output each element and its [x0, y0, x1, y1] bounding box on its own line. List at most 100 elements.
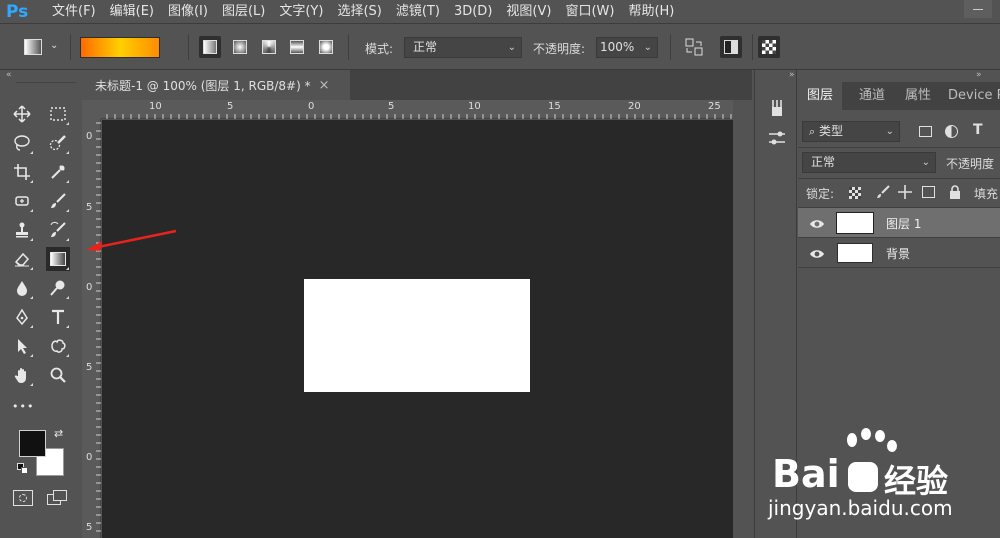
- path-selection-tool-icon[interactable]: [10, 334, 34, 358]
- crop-tool-icon[interactable]: [10, 160, 34, 184]
- menu-select[interactable]: 选择(S): [337, 0, 381, 24]
- menu-window[interactable]: 窗口(W): [565, 0, 614, 24]
- clone-stamp-tool-icon[interactable]: [10, 218, 34, 242]
- close-icon[interactable]: ×: [319, 78, 330, 93]
- linear-gradient-button[interactable]: [199, 36, 221, 58]
- eyedropper-tool-icon[interactable]: [46, 160, 70, 184]
- radial-gradient-button[interactable]: [229, 36, 251, 58]
- ruler-label: 5: [86, 202, 93, 213]
- layer-filter-select[interactable]: ⌕ 类型 ⌄: [802, 121, 900, 142]
- tab-layers[interactable]: 图层: [798, 82, 843, 110]
- eye-icon[interactable]: [809, 216, 825, 230]
- layer-name[interactable]: 图层 1: [886, 215, 921, 232]
- swap-colors-icon[interactable]: ⇄: [54, 427, 63, 440]
- menu-layer[interactable]: 图层(L): [222, 0, 265, 24]
- paw-du-icon: [848, 462, 878, 492]
- hand-tool-icon[interactable]: [10, 363, 34, 387]
- quick-mask-icon[interactable]: [13, 490, 33, 506]
- lock-transparent-icon[interactable]: [849, 187, 861, 199]
- tab-channels[interactable]: 通道: [850, 82, 894, 110]
- menu-filter[interactable]: 滤镜(T): [396, 0, 440, 24]
- ruler-ticks: [96, 122, 101, 532]
- blend-mode-select[interactable]: 正常 ⌄: [802, 152, 936, 173]
- blend-mode-value: 正常: [811, 155, 836, 169]
- history-brush-tool-icon[interactable]: [46, 218, 70, 242]
- zoom-tool-icon[interactable]: [46, 363, 70, 387]
- dither-icon[interactable]: [720, 36, 742, 58]
- document-tab[interactable]: 未标题-1 @ 100% (图层 1, RGB/8#) * ×: [82, 70, 350, 100]
- default-colors-icon[interactable]: [17, 463, 29, 475]
- adjustment-filter-icon[interactable]: [945, 125, 958, 138]
- blur-tool-icon[interactable]: [10, 276, 34, 300]
- divider: [16, 82, 76, 83]
- layer-row[interactable]: 背景: [798, 238, 1000, 268]
- horizontal-ruler[interactable]: 10 5 0 5 10 15 20 25: [101, 100, 733, 119]
- healing-brush-tool-icon[interactable]: [10, 189, 34, 213]
- panel-tab-bar: 图层 通道 属性 Device Pr: [798, 82, 1000, 110]
- pen-tool-icon[interactable]: [10, 305, 34, 329]
- layer-name[interactable]: 背景: [886, 245, 910, 262]
- diamond-gradient-button[interactable]: [315, 36, 337, 58]
- chevron-down-icon: ⌄: [50, 40, 59, 51]
- red-annotation-arrow: [86, 229, 177, 251]
- ruler-label: 25: [708, 101, 721, 112]
- tab-device-preview[interactable]: Device Pr: [939, 82, 1000, 110]
- quick-selection-tool-icon[interactable]: [46, 131, 70, 155]
- menu-file[interactable]: 文件(F): [52, 0, 96, 24]
- lock-all-icon[interactable]: [948, 184, 962, 204]
- marquee-tool-icon[interactable]: [46, 102, 70, 126]
- menu-edit[interactable]: 编辑(E): [110, 0, 154, 24]
- move-tool-icon[interactable]: [10, 102, 34, 126]
- lasso-tool-icon[interactable]: [10, 131, 34, 155]
- ruler-label: 10: [468, 101, 481, 112]
- opacity-input[interactable]: 100% ⌄: [596, 37, 658, 58]
- vertical-ruler[interactable]: 0 5 0 5 0 5: [82, 119, 101, 538]
- gradient-tool-icon[interactable]: [46, 247, 70, 271]
- type-filter-icon[interactable]: T: [973, 122, 983, 138]
- screen-mode-icon[interactable]: [47, 490, 69, 506]
- angle-gradient-button[interactable]: [258, 36, 280, 58]
- layer-row[interactable]: 图层 1: [798, 208, 1000, 238]
- gradient-editor-swatch[interactable]: [80, 37, 160, 58]
- chevron-down-icon: ⌄: [507, 42, 516, 53]
- eraser-tool-icon[interactable]: [10, 247, 34, 271]
- type-tool-icon[interactable]: [46, 305, 70, 329]
- menu-view[interactable]: 视图(V): [506, 0, 551, 24]
- custom-shape-tool-icon[interactable]: [46, 334, 70, 358]
- blend-row: 正常 ⌄ 不透明度: [798, 150, 1000, 176]
- brush-presets-icon[interactable]: [767, 98, 787, 118]
- lock-artboard-icon[interactable]: [922, 186, 935, 198]
- foreground-color-swatch[interactable]: [19, 430, 46, 457]
- eye-icon[interactable]: [809, 246, 825, 260]
- tab-properties[interactable]: 属性: [896, 82, 940, 110]
- dodge-tool-icon[interactable]: [46, 276, 70, 300]
- lock-position-move-icon[interactable]: [897, 184, 913, 204]
- ruler-origin[interactable]: [82, 100, 101, 119]
- separator: [348, 34, 349, 60]
- collapse-panel-button[interactable]: »: [976, 70, 982, 80]
- reflected-gradient-button[interactable]: [286, 36, 308, 58]
- reverse-icon[interactable]: [683, 36, 705, 58]
- adjustments-sliders-icon[interactable]: [767, 128, 787, 148]
- menu-help[interactable]: 帮助(H): [628, 0, 674, 24]
- ruler-label: 10: [149, 101, 162, 112]
- lock-image-brush-icon[interactable]: [875, 184, 891, 204]
- ruler-label: 0: [86, 282, 93, 293]
- mode-select[interactable]: 正常 ⌄: [404, 37, 522, 58]
- document-title: 未标题-1 @ 100% (图层 1, RGB/8#) *: [95, 78, 311, 93]
- menu-type[interactable]: 文字(Y): [279, 0, 323, 24]
- menu-image[interactable]: 图像(I): [168, 0, 208, 24]
- layer-thumbnail: [837, 243, 873, 263]
- brush-tool-icon[interactable]: [46, 189, 70, 213]
- tool-preset-picker[interactable]: ⌄: [24, 37, 64, 57]
- baidu-brand: Bai: [772, 452, 840, 496]
- image-filter-icon[interactable]: [919, 126, 932, 137]
- collapse-toolbar-button[interactable]: «: [6, 70, 12, 80]
- ruler-label: 5: [227, 101, 234, 112]
- menu-3d[interactable]: 3D(D): [454, 0, 492, 24]
- transparency-icon[interactable]: [758, 36, 780, 58]
- edit-toolbar-icon[interactable]: •••: [12, 400, 34, 413]
- collapse-dock-button[interactable]: »: [789, 70, 795, 80]
- canvas-white-rectangle[interactable]: [304, 279, 530, 392]
- window-minimize-button[interactable]: [964, 0, 992, 18]
